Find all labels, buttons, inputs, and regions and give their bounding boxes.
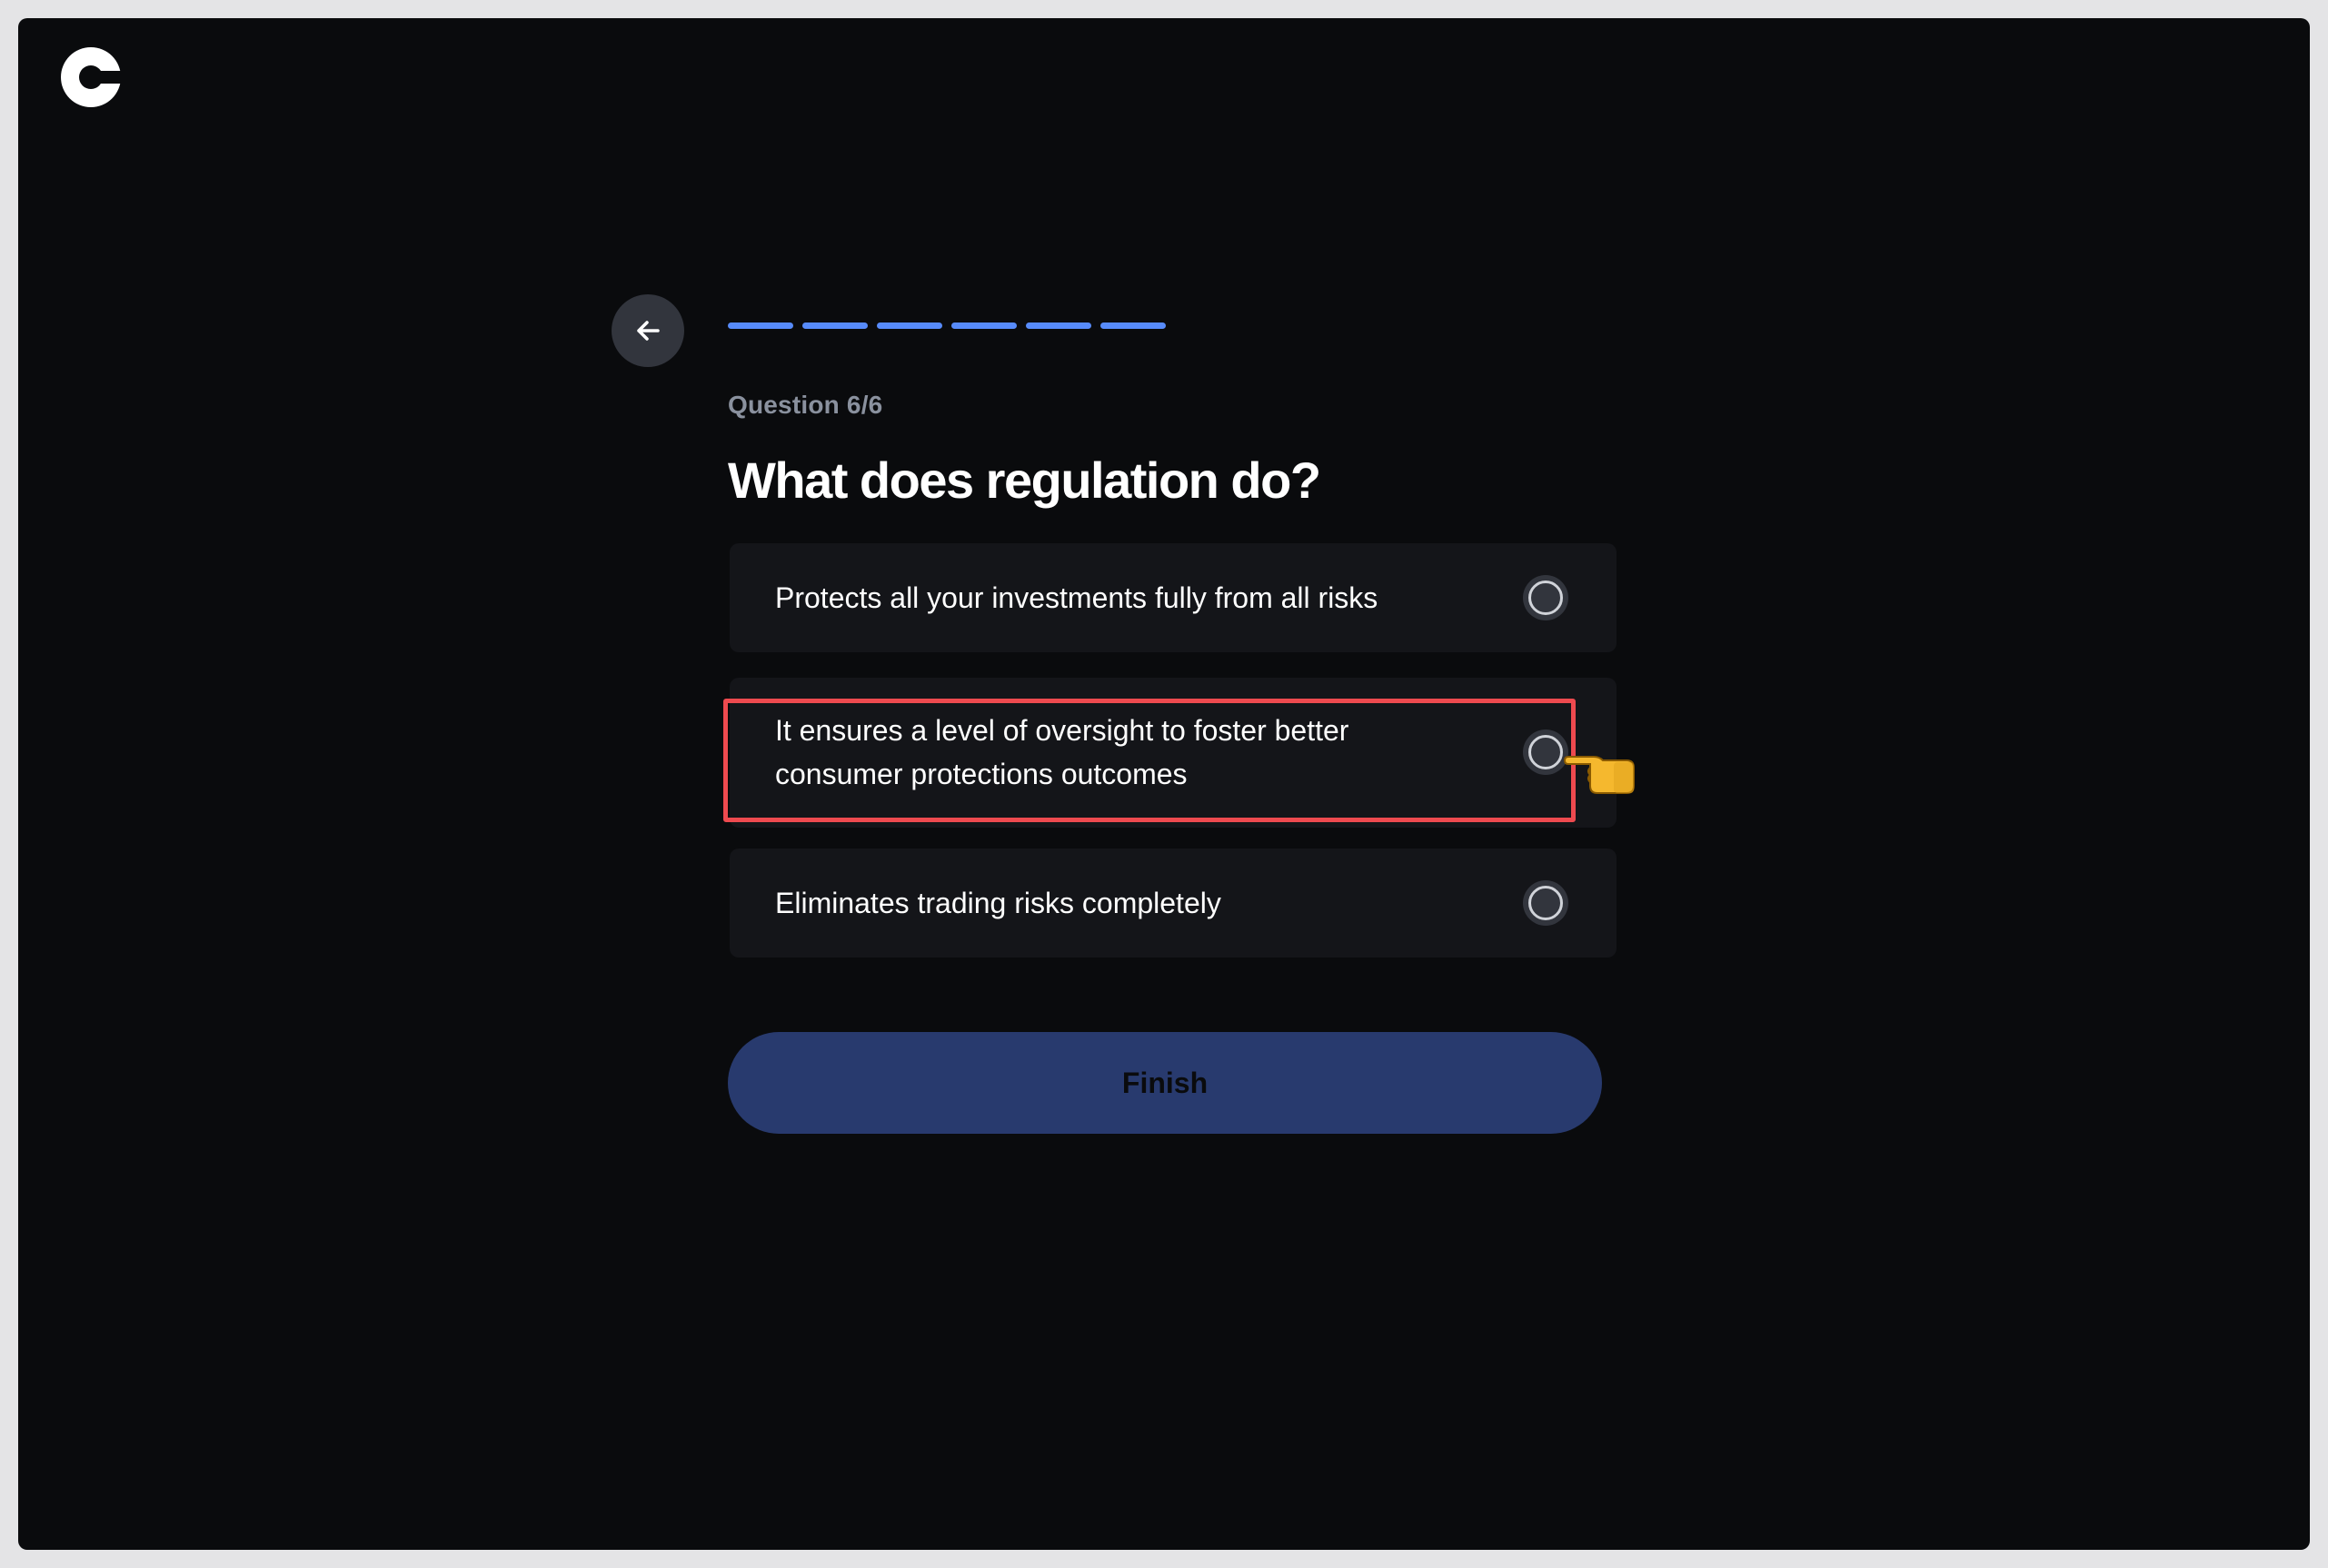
question-counter: Question 6/6 xyxy=(728,391,883,419)
app-window: Question 6/6 What does regulation do? Pr… xyxy=(18,18,2310,1550)
answer-option-label: Protects all your investments fully from… xyxy=(775,581,1378,614)
radio-button[interactable] xyxy=(1523,575,1568,620)
question-title: What does regulation do? xyxy=(728,452,1321,509)
answer-option-1[interactable]: Protects all your investments fully from… xyxy=(730,543,1617,652)
pointing-hand-icon xyxy=(1563,756,1635,794)
progress-segment xyxy=(951,323,1017,329)
radio-ring-icon xyxy=(1528,581,1563,615)
answer-option-label: It ensures a level of oversight to foste… xyxy=(775,714,1349,790)
progress-segment xyxy=(1100,323,1166,329)
answer-option-3[interactable]: Eliminates trading risks completely xyxy=(730,849,1617,958)
progress-bar xyxy=(728,323,1166,329)
radio-ring-icon xyxy=(1528,886,1563,920)
arrow-left-icon xyxy=(637,321,660,341)
progress-segment xyxy=(802,323,868,329)
coinbase-logo-icon[interactable] xyxy=(61,47,121,107)
radio-button[interactable] xyxy=(1523,880,1568,926)
radio-ring-icon xyxy=(1528,735,1563,769)
progress-segment xyxy=(728,323,793,329)
back-button[interactable] xyxy=(612,294,684,367)
progress-segment xyxy=(1026,323,1091,329)
answer-option-2[interactable]: It ensures a level of oversight to foste… xyxy=(730,678,1617,828)
finish-button[interactable]: Finish xyxy=(728,1032,1602,1134)
progress-segment xyxy=(877,323,942,329)
answer-option-label: Eliminates trading risks completely xyxy=(775,887,1221,919)
radio-button[interactable] xyxy=(1523,729,1568,775)
